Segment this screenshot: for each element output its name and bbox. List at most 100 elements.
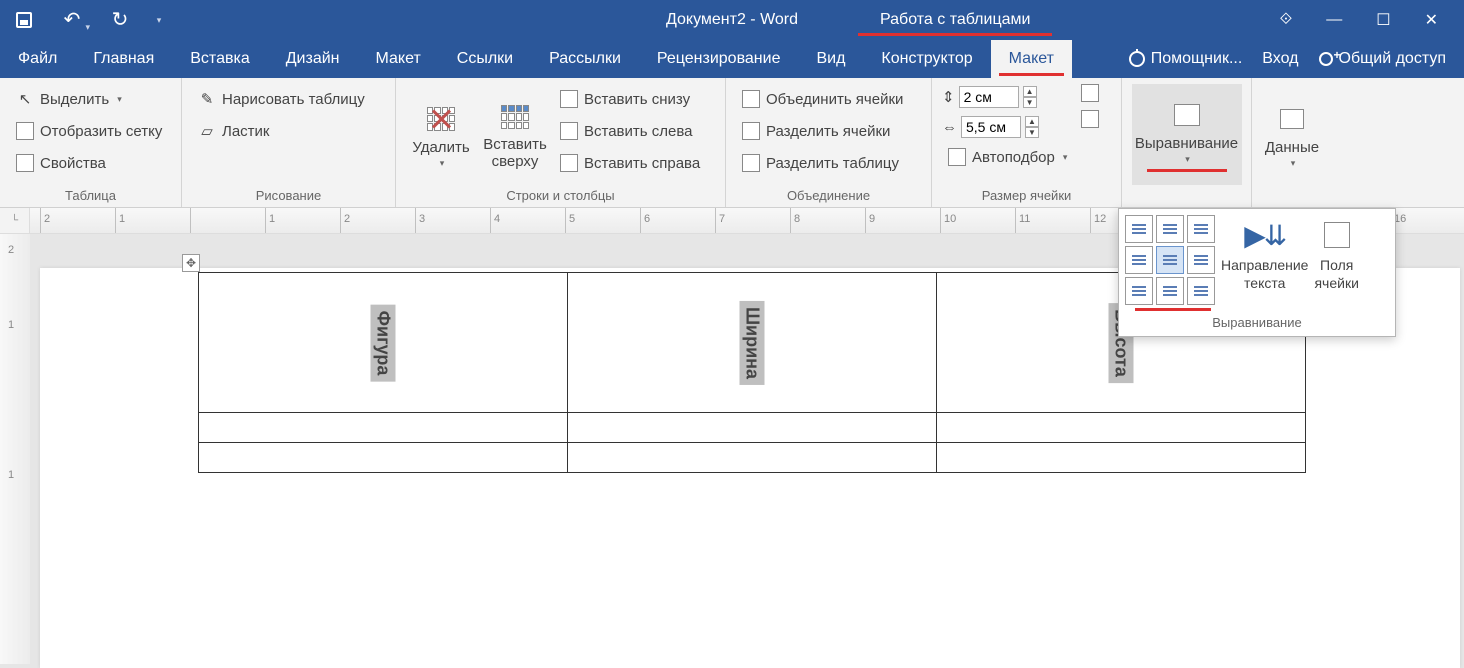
share-button[interactable]: Общий доступ xyxy=(1319,50,1447,68)
column-width-input[interactable]: ⇔▲▼ xyxy=(942,114,1073,140)
table-cell[interactable] xyxy=(568,413,937,443)
close-button[interactable]: ✕ xyxy=(1425,10,1438,30)
insert-left-button[interactable]: Вставить слева xyxy=(554,116,706,146)
ribbon-display-button[interactable]: ⟐ xyxy=(1280,11,1293,29)
align-top-right[interactable] xyxy=(1187,215,1215,243)
align-middle-right[interactable] xyxy=(1187,246,1215,274)
cmd-label: Автоподбор xyxy=(972,149,1055,166)
group-alignment: Выравнивание ▾ xyxy=(1122,78,1252,207)
align-bottom-right[interactable] xyxy=(1187,277,1215,305)
cell-margins-button[interactable]: Поля ячейки xyxy=(1314,215,1358,291)
table-tools-context-tab[interactable]: Работа с таблицами xyxy=(858,0,1052,40)
tab-file[interactable]: Файл xyxy=(0,40,75,78)
autofit-button[interactable]: Автоподбор ▾ xyxy=(942,144,1073,170)
align-bottom-center[interactable] xyxy=(1156,277,1184,305)
share-label: Общий доступ xyxy=(1339,50,1447,68)
cmd-label: Свойства xyxy=(40,155,106,172)
tab-layout[interactable]: Макет xyxy=(358,40,439,78)
table-cell[interactable] xyxy=(568,443,937,473)
split-cells-icon xyxy=(742,122,760,140)
tell-me-search[interactable]: Помощник... xyxy=(1129,50,1243,68)
chevron-down-icon: ▾ xyxy=(440,158,445,169)
save-icon xyxy=(16,12,32,28)
merge-cells-button[interactable]: Объединить ячейки xyxy=(736,84,909,114)
tab-design[interactable]: Дизайн xyxy=(268,40,358,78)
share-icon xyxy=(1319,52,1333,66)
tab-table-layout[interactable]: Макет xyxy=(991,40,1072,78)
tab-home[interactable]: Главная xyxy=(75,40,172,78)
cmd-label: Выравнивание xyxy=(1135,135,1238,152)
width-value[interactable] xyxy=(961,116,1021,138)
distribute-rows-button[interactable] xyxy=(1081,84,1099,106)
delete-button[interactable]: Удалить ▾ xyxy=(406,84,476,185)
align-middle-left[interactable] xyxy=(1125,246,1153,274)
align-top-left[interactable] xyxy=(1125,215,1153,243)
draw-table-button[interactable]: ✎Нарисовать таблицу xyxy=(192,84,371,114)
align-top-center[interactable] xyxy=(1156,215,1184,243)
tell-me-label: Помощник... xyxy=(1151,50,1243,68)
table-cell[interactable] xyxy=(937,443,1306,473)
cmd-label: Нарисовать таблицу xyxy=(222,91,365,108)
table-cell[interactable] xyxy=(199,443,568,473)
cmd-label: Удалить xyxy=(412,139,469,156)
insert-below-button[interactable]: Вставить снизу xyxy=(554,84,706,114)
eraser-button[interactable]: ▱Ластик xyxy=(192,116,371,146)
group-draw: ✎Нарисовать таблицу ▱Ластик Рисование xyxy=(182,78,396,207)
text-direction-icon: ▶⇊ xyxy=(1244,219,1285,252)
chevron-down-icon[interactable]: ▾ xyxy=(85,22,90,33)
group-label: Таблица xyxy=(10,185,171,207)
ruler-corner[interactable]: └ xyxy=(0,208,30,233)
group-table: ↖Выделить▾ Отобразить сетку Свойства Таб… xyxy=(0,78,182,207)
text-direction-button[interactable]: ▶⇊ Направление текста xyxy=(1221,215,1308,291)
insert-above-button[interactable]: Вставить сверху xyxy=(480,84,550,185)
maximize-button[interactable]: ☐ xyxy=(1376,10,1390,30)
view-gridlines-button[interactable]: Отобразить сетку xyxy=(10,116,168,146)
table-move-handle[interactable]: ✥ xyxy=(182,254,200,272)
properties-button[interactable]: Свойства xyxy=(10,148,168,178)
alignment-dropdown[interactable]: Выравнивание ▾ xyxy=(1132,84,1242,185)
tab-references[interactable]: Ссылки xyxy=(439,40,531,78)
tab-label: Макет xyxy=(1009,50,1054,68)
data-icon xyxy=(1280,109,1304,129)
table-cell[interactable] xyxy=(199,413,568,443)
table-cell[interactable] xyxy=(937,413,1306,443)
table-row[interactable] xyxy=(199,443,1306,473)
data-dropdown[interactable]: Данные▾ xyxy=(1262,84,1322,185)
select-button[interactable]: ↖Выделить▾ xyxy=(10,84,168,114)
cell-margins-icon xyxy=(1324,222,1350,248)
table-cell[interactable]: Ширина xyxy=(568,273,937,413)
spinner-buttons[interactable]: ▲▼ xyxy=(1025,116,1039,138)
alignment-grid xyxy=(1125,215,1215,305)
tab-view[interactable]: Вид xyxy=(798,40,863,78)
align-middle-center[interactable] xyxy=(1156,246,1184,274)
height-value[interactable] xyxy=(959,86,1019,108)
vertical-ruler[interactable]: 211 xyxy=(0,234,30,664)
spinner-buttons[interactable]: ▲▼ xyxy=(1023,86,1037,108)
autofit-icon xyxy=(948,148,966,166)
save-button[interactable] xyxy=(0,0,48,40)
table-cell[interactable]: Фигура xyxy=(199,273,568,413)
align-bottom-left[interactable] xyxy=(1125,277,1153,305)
chevron-down-icon: ▾ xyxy=(1185,154,1190,165)
chevron-down-icon: ▾ xyxy=(1063,152,1068,163)
tab-table-design[interactable]: Конструктор xyxy=(863,40,990,78)
minimize-button[interactable]: — xyxy=(1326,11,1342,29)
redo-button[interactable]: ↻ xyxy=(96,0,144,40)
insert-right-button[interactable]: Вставить справа xyxy=(554,148,706,178)
table-row[interactable] xyxy=(199,413,1306,443)
split-table-button[interactable]: Разделить таблицу xyxy=(736,148,909,178)
split-cells-button[interactable]: Разделить ячейки xyxy=(736,116,909,146)
tab-review[interactable]: Рецензирование xyxy=(639,40,799,78)
distribute-columns-button[interactable] xyxy=(1081,110,1099,132)
red-underline xyxy=(999,73,1064,76)
tab-mailings[interactable]: Рассылки xyxy=(531,40,639,78)
tab-insert[interactable]: Вставка xyxy=(172,40,267,78)
red-underline xyxy=(858,33,1052,36)
qat-customize[interactable]: ▾ xyxy=(144,0,174,40)
insert-right-icon xyxy=(560,154,578,172)
group-label: Строки и столбцы xyxy=(406,185,715,207)
sign-in-button[interactable]: Вход xyxy=(1262,50,1298,68)
row-height-input[interactable]: ⇕▲▼ xyxy=(942,84,1073,110)
undo-button[interactable]: ↶▾ xyxy=(48,0,96,40)
lightbulb-icon xyxy=(1129,51,1145,67)
